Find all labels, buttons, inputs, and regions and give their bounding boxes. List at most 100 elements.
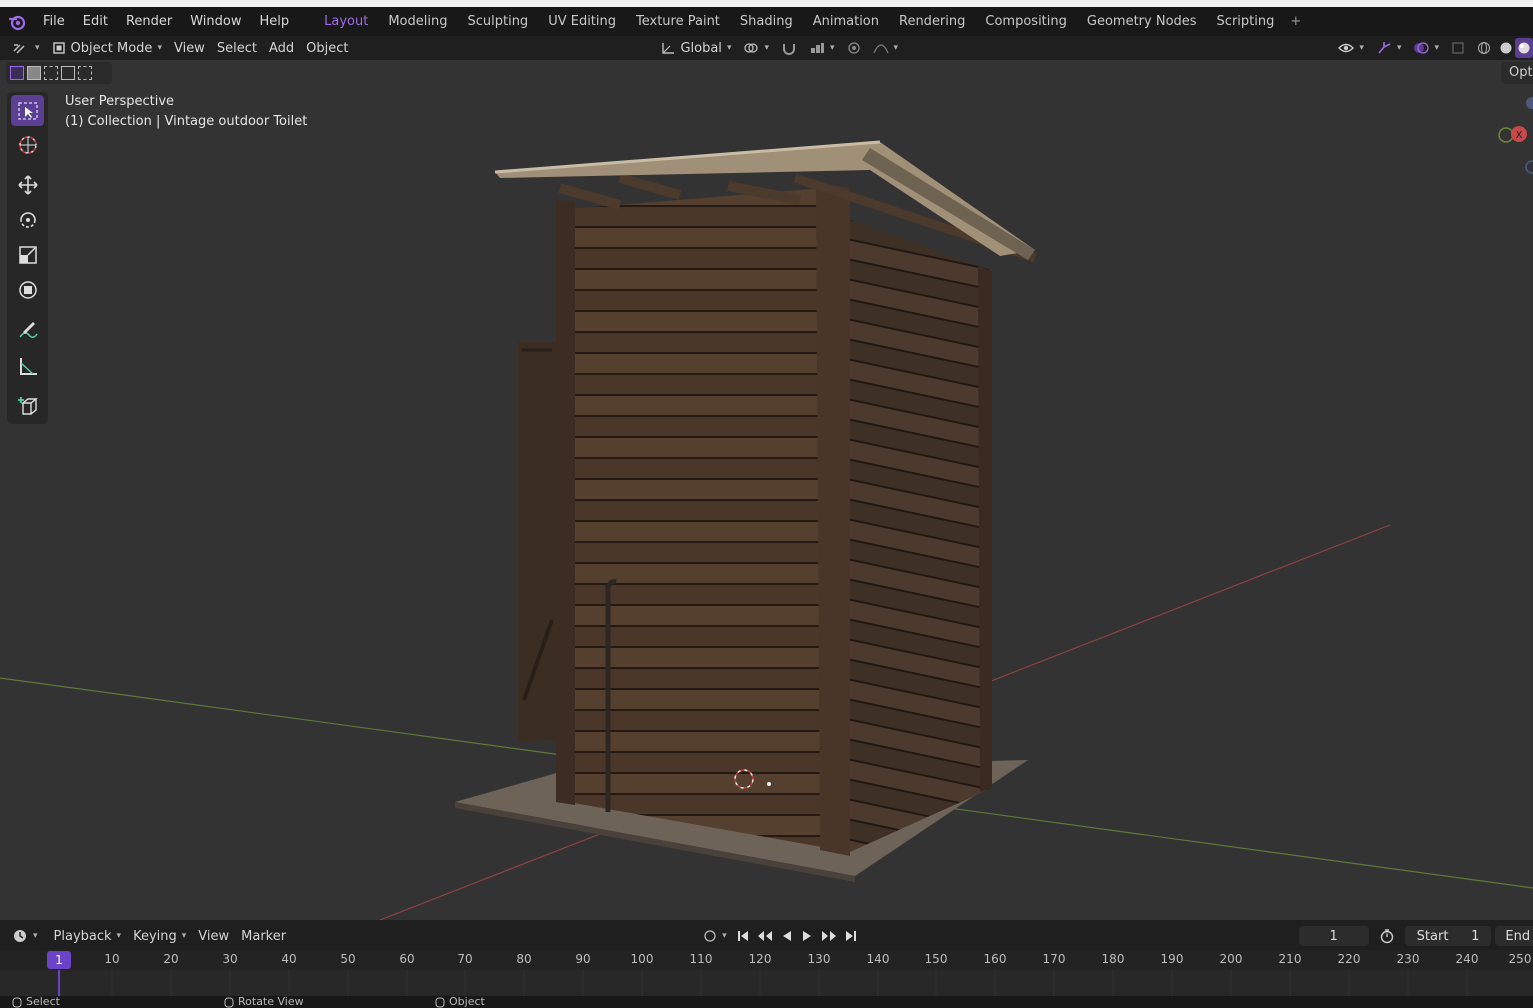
ruler-tick: 200 [1219, 952, 1243, 966]
jump-start-button[interactable] [733, 926, 753, 946]
3d-viewport[interactable]: X Opt User Perspective (1) Collection | … [0, 60, 1533, 920]
menu-select[interactable]: Select [211, 38, 263, 58]
tab-shading[interactable]: Shading [730, 7, 803, 36]
snap-increment-icon [811, 43, 824, 53]
options-label: Opt [1509, 65, 1533, 80]
orientation-label: Global [680, 40, 722, 56]
blender-logo-icon[interactable] [8, 13, 26, 31]
timeline-editor-type[interactable]: ▾ [6, 926, 44, 946]
gizmo-x-label: X [1516, 130, 1523, 141]
add-workspace-button[interactable]: + [1284, 14, 1307, 29]
frame-ruler[interactable]: 1 10 20 30 40 50 60 70 80 90 100 110 120… [0, 950, 1533, 970]
measure-tool[interactable] [11, 350, 44, 381]
jump-start-icon [737, 931, 748, 941]
jump-keyframe-forward-button[interactable] [817, 926, 841, 946]
overlays-icon [1414, 42, 1430, 54]
jump-end-icon [845, 931, 856, 941]
magnet-icon [783, 44, 795, 55]
ruler-tick: 80 [516, 952, 532, 966]
playback-label: Playback [53, 928, 112, 944]
start-frame-field[interactable]: Start 1 [1404, 926, 1492, 946]
transform-tool[interactable] [11, 274, 44, 305]
tab-uv-editing[interactable]: UV Editing [538, 7, 626, 36]
keyframe-track[interactable] [0, 970, 1533, 996]
falloff-dropdown[interactable]: ▾ [867, 38, 905, 58]
menu-object[interactable]: Object [300, 38, 354, 58]
end-frame-field[interactable]: End [1495, 926, 1533, 946]
current-frame-field[interactable]: 1 [1298, 926, 1369, 946]
add-cube-tool[interactable] [11, 390, 44, 421]
tab-geometry-nodes[interactable]: Geometry Nodes [1077, 7, 1207, 36]
jump-end-button[interactable] [841, 926, 861, 946]
menu-add[interactable]: Add [263, 38, 300, 58]
menu-edit[interactable]: Edit [74, 7, 117, 36]
rotate-tool[interactable] [11, 204, 44, 235]
pivot-point-dropdown[interactable]: ▾ [737, 38, 775, 58]
tab-layout[interactable]: Layout [314, 7, 378, 36]
menu-window[interactable]: Window [181, 7, 250, 36]
select-difference-icon[interactable] [61, 66, 75, 80]
xray-toggle[interactable] [1445, 38, 1471, 58]
timeline-menu-marker[interactable]: Marker [235, 926, 292, 946]
visibility-dropdown[interactable]: ▾ [1332, 38, 1370, 58]
play-reverse-button[interactable] [777, 926, 797, 946]
keyframe-type-dropdown[interactable]: ▾ [697, 926, 733, 946]
status-select: Select [12, 996, 60, 1008]
ruler-tick: 10 [104, 952, 120, 966]
scale-icon [18, 245, 37, 264]
select-box-tool[interactable] [11, 95, 44, 126]
menu-view[interactable]: View [168, 38, 211, 58]
ruler-tick: 140 [866, 952, 890, 966]
play-button[interactable] [797, 926, 817, 946]
transform-orientation-dropdown[interactable]: Global ▾ [654, 38, 737, 58]
tab-rendering[interactable]: Rendering [889, 7, 975, 36]
ruler-tick: 180 [1101, 952, 1125, 966]
timeline-menu-view[interactable]: View [192, 926, 235, 946]
select-new-icon[interactable] [10, 66, 24, 80]
gizmo-dropdown[interactable]: ▾ [1370, 38, 1408, 58]
current-frame-marker[interactable]: 1 [47, 951, 71, 969]
tab-scripting[interactable]: Scripting [1207, 7, 1285, 36]
add-cube-icon [17, 396, 38, 415]
cursor-tool[interactable] [11, 129, 44, 160]
menu-playback[interactable]: Playback ▾ [48, 926, 128, 946]
options-button[interactable]: Opt [1501, 62, 1533, 84]
annotate-tool[interactable] [11, 315, 44, 346]
editor-type-button[interactable]: ▾ [6, 38, 46, 58]
menu-help[interactable]: Help [251, 7, 299, 36]
ruler-tick: 70 [457, 952, 473, 966]
overlays-dropdown[interactable]: ▾ [1407, 38, 1445, 58]
select-box-icon [17, 101, 38, 120]
tab-texture-paint[interactable]: Texture Paint [626, 7, 730, 36]
tab-modeling[interactable]: Modeling [378, 7, 457, 36]
snap-toggle[interactable] [775, 38, 803, 58]
gizmo-y-dot [1498, 127, 1514, 143]
tab-animation[interactable]: Animation [803, 7, 889, 36]
status-object: Object [435, 996, 485, 1008]
shading-wireframe[interactable] [1471, 38, 1497, 58]
selection-mode-buttons [6, 62, 112, 84]
preview-range-toggle[interactable] [1373, 926, 1401, 946]
shading-solid[interactable] [1497, 38, 1515, 58]
menu-keying[interactable]: Keying ▾ [127, 926, 192, 946]
collection-label: (1) Collection | Vintage outdoor Toilet [65, 114, 308, 129]
select-extend-icon[interactable] [27, 66, 41, 80]
select-intersect-icon[interactable] [78, 66, 92, 80]
tool-shelf [7, 92, 48, 424]
select-subtract-icon[interactable] [44, 66, 58, 80]
mode-selector[interactable]: Object Mode ▾ [46, 38, 168, 58]
scale-tool[interactable] [11, 239, 44, 270]
move-tool[interactable] [11, 169, 44, 200]
mouse-middle-icon [224, 997, 234, 1007]
scene-canvas[interactable]: X [0, 60, 1533, 920]
tab-sculpting[interactable]: Sculpting [457, 7, 538, 36]
menu-render[interactable]: Render [117, 7, 181, 36]
menu-file[interactable]: File [34, 7, 74, 36]
shading-material[interactable] [1515, 38, 1533, 58]
ruler-tick: 110 [689, 952, 713, 966]
tab-compositing[interactable]: Compositing [975, 7, 1077, 36]
snap-element-dropdown[interactable]: ▾ [803, 38, 841, 58]
proportional-edit-toggle[interactable] [841, 38, 867, 58]
title-strip [0, 0, 1533, 7]
jump-keyframe-back-button[interactable] [753, 926, 777, 946]
